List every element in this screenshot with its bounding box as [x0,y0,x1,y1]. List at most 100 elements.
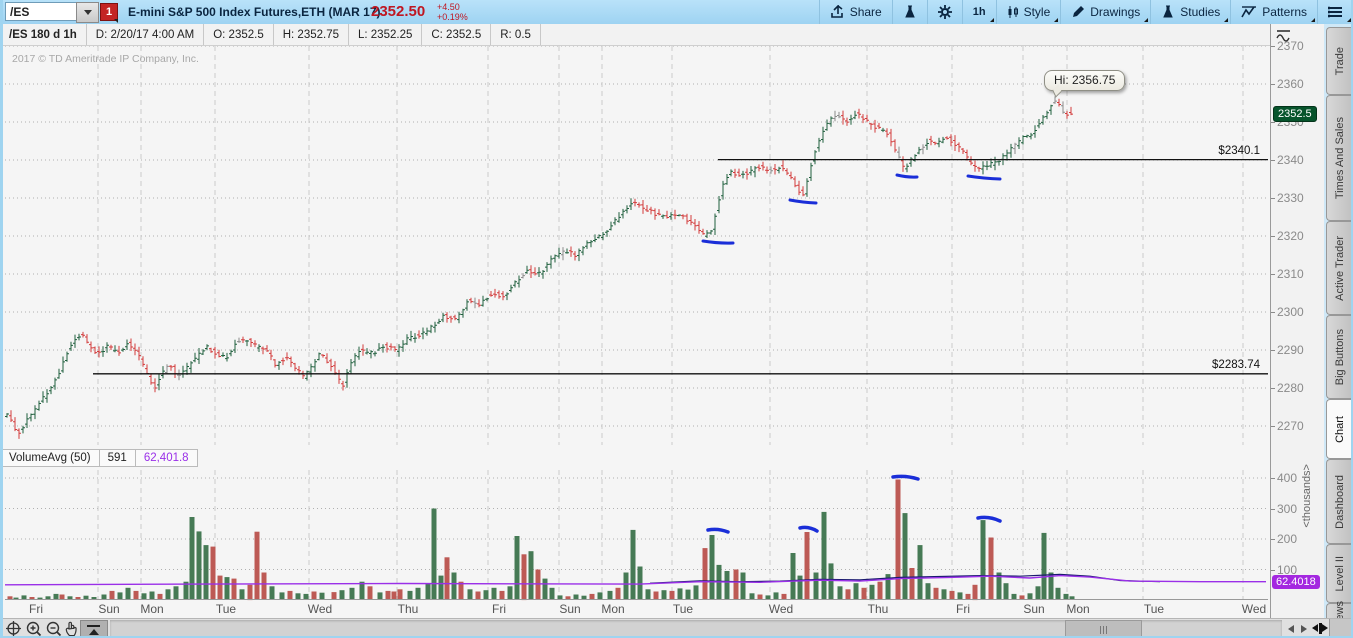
drawn-mark[interactable] [968,176,1000,179]
price-level-label[interactable]: $2283.74 [1165,359,1260,371]
time-axis-label: Thu [858,602,898,616]
volume-axis-tick-label: 400 [1277,471,1297,485]
studies-label: Studies [1180,5,1220,19]
price-axis-tick-label: 2320 [1277,229,1304,243]
price-axis-tick-label: 2340 [1277,153,1304,167]
symbol-dropdown-button[interactable] [76,2,99,23]
price-axis-tick-label: 2290 [1277,343,1304,357]
gadget-sidebar: Trade Times And Sales Active Trader Big But… [1324,24,1353,638]
change-value: +4.50 [437,2,468,12]
axis-tick [1271,539,1275,540]
sidebar-tab-big-buttons[interactable]: Big Buttons [1326,315,1353,399]
interval-button[interactable]: 1h [962,0,996,24]
copyright-text: 2017 © TD Ameritrade IP Company, Inc. [12,53,199,65]
patterns-button[interactable]: Patterns [1230,0,1317,24]
drawn-mark[interactable] [708,529,728,532]
settings-button[interactable] [927,0,962,24]
sidebar-tab-trade[interactable]: Trade [1326,27,1353,95]
time-axis-label: Mon [132,602,172,616]
zoom-in-icon[interactable] [26,621,42,637]
sidebar-tab-chart[interactable]: Chart [1326,399,1353,459]
volume-study-header: VolumeAvg (50) 591 62,401.8 [0,449,198,467]
share-icon [830,5,845,19]
axis-tick [1271,46,1275,47]
axis-tick [1271,509,1275,510]
drawn-mark[interactable] [893,476,918,479]
drawn-mark[interactable] [703,241,733,243]
price-axis-tick-label: 2270 [1277,419,1304,433]
link-number-badge[interactable]: 1 [100,3,118,21]
time-axis-label: Sun [1014,602,1054,616]
chart-toolbar: 1 E-mini S&P 500 Index Futures,ETH (MAR … [0,0,1353,24]
sidebar-tab-level-ii[interactable]: Level II [1326,544,1353,603]
price-change: +4.50 +0.19% [437,2,468,22]
close-cell: C: 2352.5 [422,24,491,45]
volume-avg-bubble: 62.4018 [1272,575,1320,589]
volume-axis-unit-label: <thousands> [1301,464,1313,528]
sidebar-tab-label: Trade [1334,47,1346,75]
drawings-button[interactable]: Drawings [1060,0,1150,24]
time-axis-label: Tue [1134,602,1174,616]
price-axis-tick-label: 2310 [1277,267,1304,281]
axis-tick [1271,388,1275,389]
symbol-input[interactable] [5,2,76,21]
axis-tick [1271,122,1275,123]
volume-study-label[interactable]: VolumeAvg (50) [0,449,100,467]
high-cell: H: 2352.75 [274,24,349,45]
time-axis-label: Wed [300,602,340,616]
price-axis-tick-label: 2300 [1277,305,1304,319]
chevron-down-icon [84,10,92,15]
zoom-out-icon[interactable] [46,621,62,637]
price-axis[interactable]: 2352.5 62.4018 <thousands> 2370236023502… [1270,24,1325,620]
studies-button[interactable]: Studies [1150,0,1230,24]
symbol-range-cell: /ES 180 d 1h [0,24,87,45]
style-button[interactable]: Style [996,0,1061,24]
price-axis-tick-label: 2330 [1277,191,1304,205]
range-cell: R: 0.5 [491,24,541,45]
time-axis-label: Tue [663,602,703,616]
chart-menu-button[interactable] [1317,0,1353,24]
volume-axis-tick-label: 200 [1277,532,1297,546]
sidebar-tab-active-trader[interactable]: Active Trader [1326,221,1353,315]
volume-chart[interactable] [5,468,1268,601]
date-cell: D: 2/20/17 4:00 AM [87,24,204,45]
chart-scrollbar-track[interactable] [110,620,1282,637]
sidebar-tab-label: Dashboard [1334,475,1346,529]
hamburger-menu-icon [1328,6,1343,18]
tests-button[interactable] [892,0,927,24]
pan-hand-icon[interactable] [64,621,78,637]
pattern-zigzag-icon [1241,5,1257,19]
scroll-right-arrow[interactable] [1301,625,1307,633]
scroll-left-arrow[interactable] [1288,625,1294,633]
ohlc-readout-bar: /ES 180 d 1h D: 2/20/17 4:00 AM O: 2352.… [0,24,1270,46]
time-axis-label: Wed [761,602,801,616]
axis-tick [1271,236,1275,237]
sidebar-tab-times-and-sales[interactable]: Times And Sales [1326,95,1353,221]
price-level-label[interactable]: $2340.1 [1165,145,1260,157]
drawn-mark[interactable] [800,527,817,531]
drawn-mark[interactable] [790,200,816,203]
chart-style-icon [1007,5,1019,19]
time-axis-label: Sun [550,602,590,616]
axis-tick [1271,350,1275,351]
sidebar-tab-dashboard[interactable]: Dashboard [1326,459,1353,544]
share-label: Share [850,5,882,19]
crosshair-tool-icon[interactable] [6,621,21,636]
sidebar-tab-label: Level II [1334,556,1346,591]
drawings-label: Drawings [1090,5,1140,19]
style-label: Style [1024,5,1051,19]
chart-canvas-region[interactable]: 2017 © TD Ameritrade IP Company, Inc. Hi… [0,45,1270,618]
sidebar-tab-label: Big Buttons [1334,329,1346,385]
sidebar-tab-label: Times And Sales [1334,117,1346,199]
time-axis-label: Sun [89,602,129,616]
axis-tick [1271,478,1275,479]
sidebar-tab-label: Active Trader [1334,236,1346,301]
time-axis-label: Wed [1234,602,1274,616]
price-chart[interactable] [5,45,1268,447]
expand-collapse-icon[interactable] [1312,622,1328,635]
open-cell: O: 2352.5 [204,24,274,45]
low-cell: L: 2352.25 [349,24,422,45]
drawn-mark[interactable] [897,175,917,177]
pencil-icon [1071,5,1085,19]
share-button[interactable]: Share [819,0,892,24]
